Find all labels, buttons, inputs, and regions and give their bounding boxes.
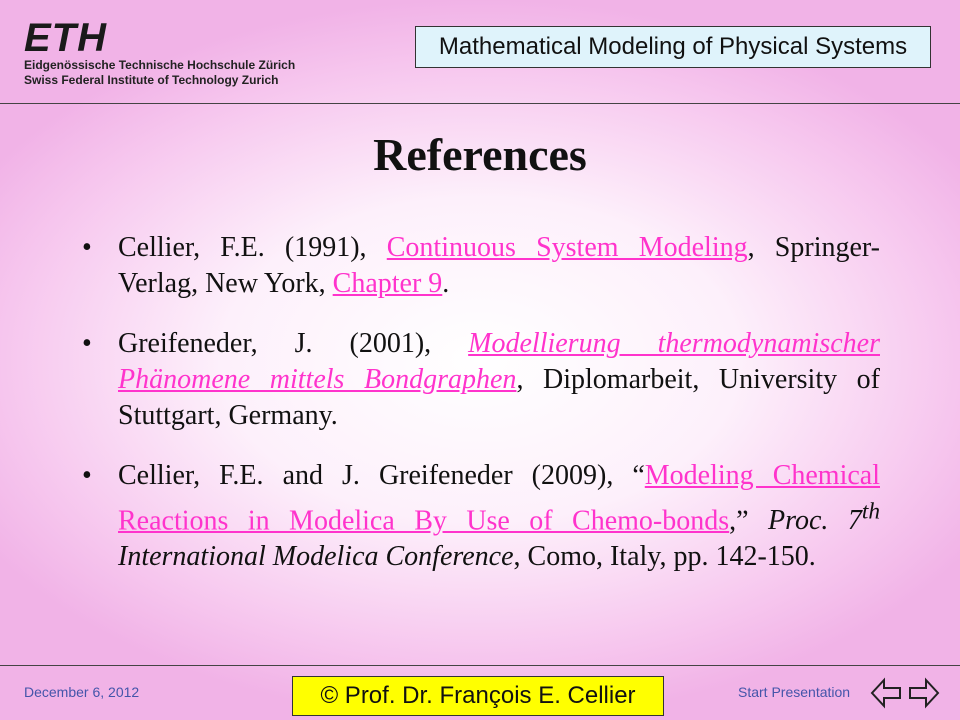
footer-date: December 6, 2012 (24, 684, 140, 700)
header: ETH Eidgenössische Technische Hochschule… (0, 0, 960, 104)
bullet: • (82, 328, 92, 359)
reference-text: ,” (729, 505, 769, 537)
reference-item: • Cellier, F.E. (1991), Continuous Syste… (82, 230, 880, 302)
reference-list: • Cellier, F.E. (1991), Continuous Syste… (82, 230, 880, 599)
reference-text: Cellier, F.E. (1991), (118, 232, 387, 263)
back-arrow-icon[interactable] (868, 676, 904, 715)
page-title: References (373, 129, 587, 180)
start-presentation-link[interactable]: Start Presentation (738, 684, 850, 700)
copyright-box: © Prof. Dr. François E. Cellier (292, 676, 664, 716)
link-chapter-9[interactable]: Chapter 9 (333, 268, 443, 299)
course-title: Mathematical Modeling of Physical System… (415, 26, 931, 68)
bullet: • (82, 460, 92, 491)
reference-text: . (442, 268, 450, 299)
reference-text: Proc. 7 (768, 505, 862, 537)
eth-logo-mark: ETH (24, 16, 107, 60)
reference-text: Cellier, F.E. and J. Greifeneder (2009),… (118, 460, 645, 491)
forward-arrow-icon[interactable] (906, 676, 942, 715)
reference-item: • Greifeneder, J. (2001), Modellierung t… (82, 326, 880, 434)
eth-logo: ETH Eidgenössische Technische Hochschule… (24, 18, 295, 88)
eth-logo-line1: Eidgenössische Technische Hochschule Zür… (24, 58, 296, 72)
header-divider (0, 103, 960, 104)
link-continuous-system-modeling[interactable]: Continuous System Modeling (387, 232, 748, 263)
navigation (868, 676, 942, 715)
bullet: • (82, 232, 92, 263)
superscript: th (861, 499, 880, 525)
eth-logo-line2: Swiss Federal Institute of Technology Zu… (24, 73, 279, 87)
reference-text: , Como, Italy, pp. 142-150. (513, 541, 816, 573)
reference-item: • Cellier, F.E. and J. Greifeneder (2009… (82, 458, 880, 575)
reference-text: International Modelica Conference (118, 541, 514, 573)
reference-text: Greifeneder, J. (2001), (118, 328, 469, 359)
footer-divider (0, 665, 960, 666)
